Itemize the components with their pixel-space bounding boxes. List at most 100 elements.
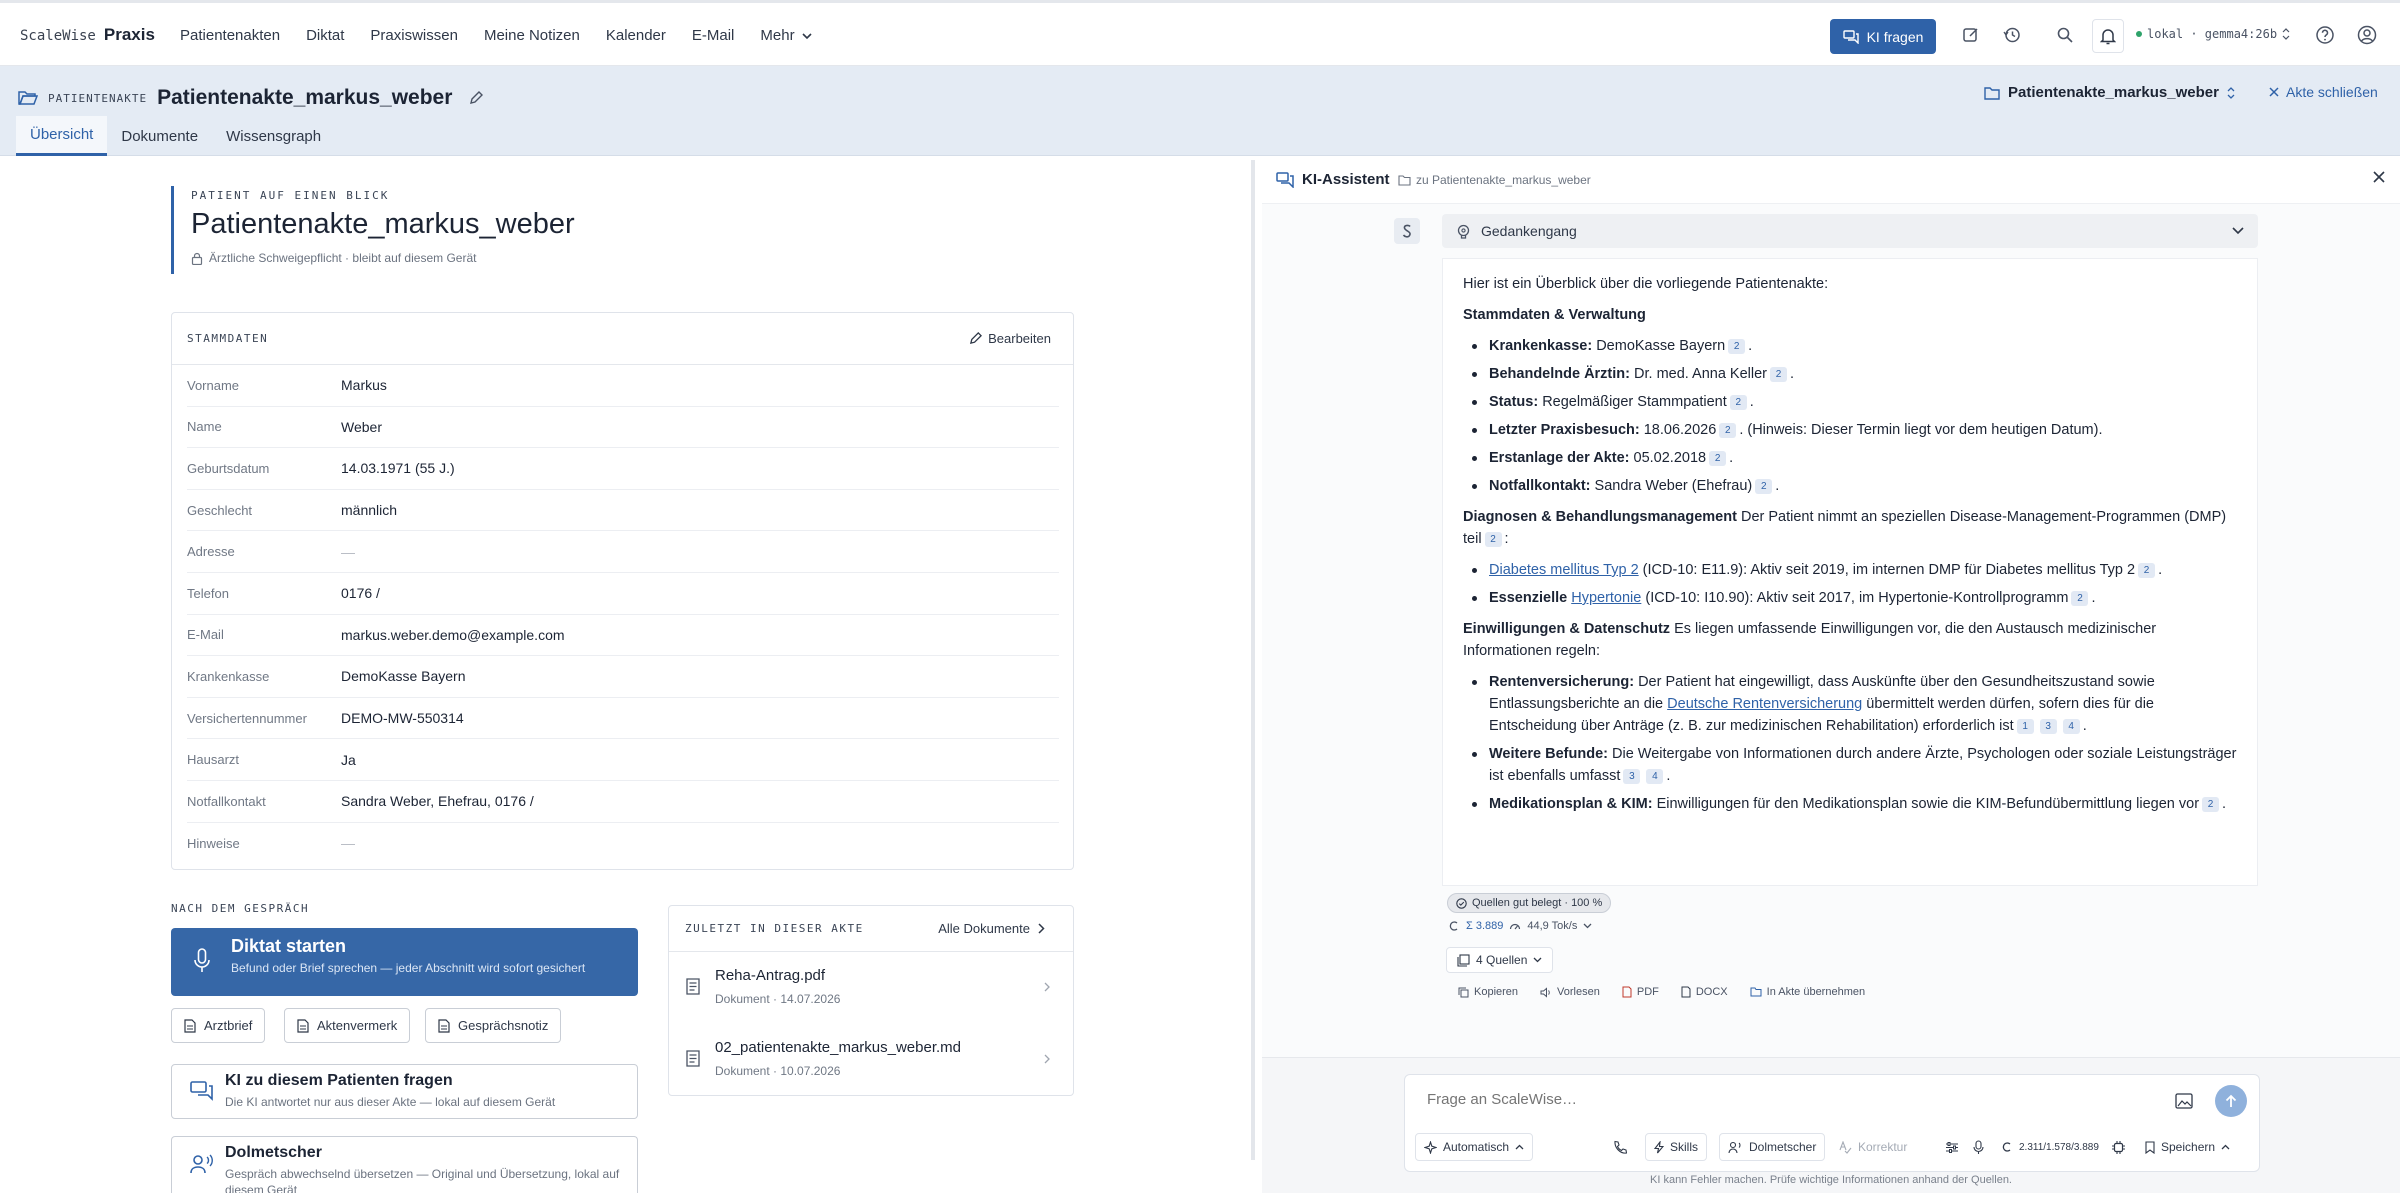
save-to-record-button[interactable]: In Akte übernehmen — [1750, 986, 1865, 998]
microphone-button[interactable] — [1965, 1133, 1992, 1161]
microphone-icon — [194, 948, 210, 972]
gespraechsnotiz-button[interactable]: Gesprächsnotiz — [425, 1008, 562, 1043]
question-input[interactable] — [1427, 1091, 2127, 1108]
source-quality-label: Quellen gut belegt · 100 % — [1472, 897, 1603, 909]
device-button[interactable] — [2103, 1133, 2134, 1161]
phone-button[interactable] — [1605, 1133, 1635, 1161]
copy-button[interactable]: Kopieren — [1458, 986, 1518, 998]
field-value[interactable]: DemoKasse Bayern — [341, 668, 466, 684]
arrow-up-icon — [2225, 1094, 2237, 1107]
list-item: Rentenversicherung: Der Patient hat eing… — [1463, 671, 2237, 737]
field-value[interactable]: markus.weber.demo@example.com — [341, 627, 565, 643]
citation-badge[interactable]: 2 — [1770, 367, 1788, 382]
image-icon[interactable] — [2175, 1093, 2193, 1109]
edit-button[interactable]: Bearbeiten — [969, 331, 1051, 346]
sources-label: 4 Quellen — [1476, 953, 1528, 967]
folder-selector[interactable]: Patientenakte_markus_weber — [1984, 84, 2235, 101]
field-value[interactable]: 0176 / — [341, 585, 380, 601]
start-dictation-button[interactable]: Diktat starten Befund oder Brief spreche… — [171, 928, 638, 996]
citation-badge[interactable]: 2 — [1719, 423, 1737, 438]
ki-fragen-button[interactable]: KI fragen — [1830, 19, 1936, 54]
docx-button[interactable]: DOCX — [1681, 986, 1728, 998]
nav-link-patientenakten[interactable]: Patientenakten — [180, 27, 280, 44]
record-caption: PATIENTENAKTE — [48, 91, 148, 105]
dictation-title: Diktat starten — [231, 936, 347, 956]
diagnosis-link[interactable]: Hypertonie — [1571, 590, 1641, 606]
citation-badge[interactable]: 4 — [1646, 769, 1664, 784]
citation-badge[interactable]: 1 — [2016, 719, 2034, 734]
field-row-notfallkontakt: Notfallkontakt Sandra Weber, Ehefrau, 017… — [187, 781, 1059, 823]
compose-note-icon[interactable] — [1960, 24, 1982, 46]
tab-wissensgraph[interactable]: Wissensgraph — [212, 116, 335, 156]
document-row[interactable]: 02_patientenakte_markus_weber.md Dokumen… — [669, 1024, 1073, 1094]
save-menu[interactable]: Speichern — [2137, 1133, 2238, 1161]
field-value[interactable]: DEMO-MW-550314 — [341, 710, 464, 726]
citation-badge[interactable]: 3 — [1623, 769, 1641, 784]
thinking-toggle[interactable]: Gedankengang — [1442, 214, 2258, 248]
field-value[interactable]: 14.03.1971 (55 J.) — [341, 460, 455, 476]
tab-uebersicht[interactable]: Übersicht — [16, 116, 108, 156]
citation-badge[interactable]: 2 — [2202, 797, 2220, 812]
citation-badge[interactable]: 2 — [1728, 339, 1746, 354]
pane-resize-handle[interactable] — [1251, 160, 1255, 1160]
all-documents-link[interactable]: Alle Dokumente — [938, 921, 1045, 936]
field-value[interactable]: männlich — [341, 502, 397, 518]
help-icon[interactable] — [2314, 24, 2336, 46]
interpreter-button[interactable]: Dolmetscher Gespräch abwechselnd überset… — [171, 1136, 638, 1193]
sources-dropdown[interactable]: 4 Quellen — [1446, 947, 1554, 973]
citation-badge[interactable]: 2 — [1484, 532, 1502, 547]
assistant-avatar — [1394, 218, 1420, 244]
field-row-adresse: Adresse — — [187, 531, 1059, 573]
field-value[interactable]: — — [341, 835, 355, 851]
skills-button[interactable]: Skills — [1645, 1133, 1708, 1161]
model-selector[interactable]: lokal · gemma4:26b — [2136, 27, 2290, 41]
nav-more-menu[interactable]: Mehr — [760, 27, 812, 44]
field-value[interactable]: Weber — [341, 419, 382, 435]
arztbrief-button[interactable]: Arztbrief — [171, 1008, 266, 1043]
nav-link-praxiswissen[interactable]: Praxiswissen — [370, 27, 458, 44]
pdf-button[interactable]: PDF — [1622, 986, 1659, 998]
nav-link-kalender[interactable]: Kalender — [606, 27, 666, 44]
settings-sliders-button[interactable] — [1937, 1133, 1967, 1161]
diagnosis-text: (ICD-10: I10.90): Aktiv seit 2017, im Hy… — [1645, 590, 2069, 606]
close-icon[interactable] — [2372, 170, 2386, 184]
aktenvermerk-button[interactable]: Aktenvermerk — [284, 1008, 411, 1043]
citation-badge[interactable]: 3 — [2039, 719, 2057, 734]
history-icon[interactable] — [2001, 24, 2023, 46]
field-value[interactable]: Ja — [341, 752, 356, 768]
document-icon — [438, 1018, 450, 1033]
nav-link-email[interactable]: E-Mail — [692, 27, 735, 44]
interpreter-tool-button[interactable]: Dolmetscher — [1719, 1133, 1826, 1161]
app-logo[interactable]: ScaleWise Praxis — [20, 25, 155, 45]
ask-ki-patient-button[interactable]: KI zu diesem Patienten fragen Die KI ant… — [171, 1064, 638, 1119]
field-value[interactable]: Markus — [341, 377, 387, 393]
pencil-icon[interactable] — [468, 90, 484, 106]
nav-link-notizen[interactable]: Meine Notizen — [484, 27, 580, 44]
citation-badge[interactable]: 2 — [2071, 591, 2089, 606]
user-icon[interactable] — [2356, 24, 2378, 46]
notifications-button[interactable] — [2092, 19, 2124, 53]
nav-link-diktat[interactable]: Diktat — [306, 27, 344, 44]
search-icon[interactable] — [2054, 24, 2076, 46]
mode-selector[interactable]: Automatisch — [1415, 1133, 1534, 1161]
chevron-down-icon[interactable] — [1583, 923, 1592, 929]
close-record-button[interactable]: Akte schließen — [2268, 84, 2378, 100]
field-value[interactable]: — — [341, 544, 355, 560]
citation-badge[interactable]: 2 — [2138, 563, 2156, 578]
tab-dokumente[interactable]: Dokumente — [107, 116, 212, 156]
send-button[interactable] — [2215, 1085, 2247, 1117]
context-icon — [1449, 921, 1458, 931]
read-aloud-button[interactable]: Vorlesen — [1540, 986, 1600, 998]
citation-badge[interactable]: 2 — [1729, 395, 1747, 410]
diagnosis-link[interactable]: Diabetes mellitus Typ 2 — [1489, 562, 1639, 578]
rentenversicherung-link[interactable]: Deutsche Rentenversicherung — [1667, 696, 1862, 712]
chevron-up-icon — [2221, 1144, 2230, 1150]
correction-button[interactable]: Korrektur — [1831, 1133, 1915, 1161]
citation-badge[interactable]: 4 — [2062, 719, 2080, 734]
field-row-email: E-Mail markus.weber.demo@example.com — [187, 615, 1059, 657]
field-value[interactable]: Sandra Weber, Ehefrau, 0176 / — [341, 793, 534, 809]
citation-badge[interactable]: 2 — [1709, 451, 1727, 466]
record-title-row: PATIENTENAKTE Patientenakte_markus_weber — [18, 86, 484, 110]
citation-badge[interactable]: 2 — [1755, 479, 1773, 494]
document-row[interactable]: Reha-Antrag.pdf Dokument · 14.07.2026 — [669, 952, 1073, 1022]
